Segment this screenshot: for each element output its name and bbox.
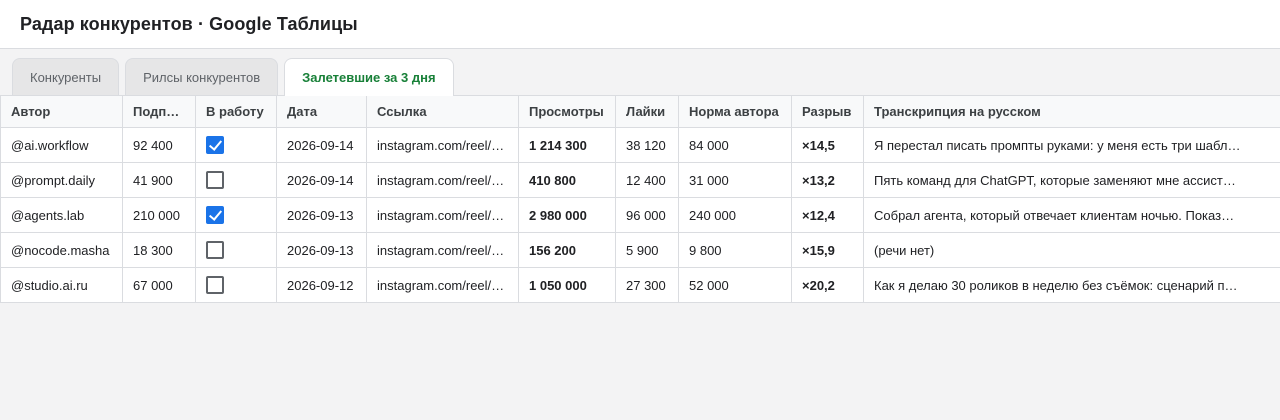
cell-likes[interactable]: 5 900 xyxy=(615,232,679,268)
cell-in-work[interactable] xyxy=(195,162,277,198)
cell-date[interactable]: 2026-09-13 xyxy=(276,197,367,233)
cell-in-work[interactable] xyxy=(195,197,277,233)
cell-subscribers[interactable]: 67 000 xyxy=(122,267,196,303)
header-author[interactable]: Автор xyxy=(0,95,123,128)
cell-gap[interactable]: ×14,5 xyxy=(791,127,864,163)
header-gap[interactable]: Разрыв xyxy=(791,95,864,128)
cell-likes[interactable]: 38 120 xyxy=(615,127,679,163)
cell-transcript[interactable]: Пять команд для ChatGPT, которые заменяю… xyxy=(863,162,1280,198)
cell-in-work[interactable] xyxy=(195,232,277,268)
cell-views[interactable]: 1 214 300 xyxy=(518,127,616,163)
cell-transcript[interactable]: Собрал агента, который отвечает клиентам… xyxy=(863,197,1280,233)
cell-views[interactable]: 1 050 000 xyxy=(518,267,616,303)
in-work-checkbox[interactable] xyxy=(206,136,224,154)
cell-link[interactable]: instagram.com/reel/… xyxy=(366,267,519,303)
tab-competitors[interactable]: Конкуренты xyxy=(12,58,120,95)
header-date[interactable]: Дата xyxy=(276,95,367,128)
cell-link[interactable]: instagram.com/reel/… xyxy=(366,127,519,163)
cell-likes[interactable]: 27 300 xyxy=(615,267,679,303)
cell-transcript[interactable]: Я перестал писать промпты руками: у меня… xyxy=(863,127,1280,163)
in-work-checkbox[interactable] xyxy=(206,276,224,294)
cell-norm[interactable]: 31 000 xyxy=(678,162,792,198)
cell-link[interactable]: instagram.com/reel/… xyxy=(366,162,519,198)
cell-link[interactable]: instagram.com/reel/… xyxy=(366,232,519,268)
cell-subscribers[interactable]: 210 000 xyxy=(122,197,196,233)
cell-author[interactable]: @agents.lab xyxy=(0,197,123,233)
cell-likes[interactable]: 96 000 xyxy=(615,197,679,233)
cell-subscribers[interactable]: 41 900 xyxy=(122,162,196,198)
table-row: @nocode.masha 18 300 2026-09-13 instagra… xyxy=(0,232,1280,268)
cell-gap[interactable]: ×20,2 xyxy=(791,267,864,303)
cell-norm[interactable]: 84 000 xyxy=(678,127,792,163)
cell-date[interactable]: 2026-09-14 xyxy=(276,127,367,163)
header-views[interactable]: Просмотры xyxy=(518,95,616,128)
table-row: @studio.ai.ru 67 000 2026-09-12 instagra… xyxy=(0,267,1280,303)
table-row: @prompt.daily 41 900 2026-09-14 instagra… xyxy=(0,162,1280,198)
cell-norm[interactable]: 9 800 xyxy=(678,232,792,268)
cell-likes[interactable]: 12 400 xyxy=(615,162,679,198)
cell-transcript[interactable]: (речи нет) xyxy=(863,232,1280,268)
cell-author[interactable]: @studio.ai.ru xyxy=(0,267,123,303)
cell-date[interactable]: 2026-09-12 xyxy=(276,267,367,303)
in-work-checkbox[interactable] xyxy=(206,171,224,189)
cell-author[interactable]: @ai.workflow xyxy=(0,127,123,163)
header-likes[interactable]: Лайки xyxy=(615,95,679,128)
in-work-checkbox[interactable] xyxy=(206,241,224,259)
header-row: Автор Подписчики В работу Дата Ссылка Пр… xyxy=(0,95,1280,128)
cell-link[interactable]: instagram.com/reel/… xyxy=(366,197,519,233)
cell-gap[interactable]: ×12,4 xyxy=(791,197,864,233)
cell-in-work[interactable] xyxy=(195,267,277,303)
cell-gap[interactable]: ×13,2 xyxy=(791,162,864,198)
cell-subscribers[interactable]: 92 400 xyxy=(122,127,196,163)
cell-views[interactable]: 410 800 xyxy=(518,162,616,198)
header-in-work[interactable]: В работу xyxy=(195,95,277,128)
sheet-tab-bar: Конкуренты Рилсы конкурентов Залетевшие … xyxy=(0,49,1280,96)
table-row: @ai.workflow 92 400 2026-09-14 instagram… xyxy=(0,127,1280,163)
cell-views[interactable]: 156 200 xyxy=(518,232,616,268)
cell-author[interactable]: @prompt.daily xyxy=(0,162,123,198)
title-bar: Радар конкурентов · Google Таблицы xyxy=(0,0,1280,49)
cell-transcript[interactable]: Как я делаю 30 роликов в неделю без съём… xyxy=(863,267,1280,303)
document-title: Радар конкурентов · Google Таблицы xyxy=(20,13,358,34)
data-table: Автор Подписчики В работу Дата Ссылка Пр… xyxy=(0,95,1280,303)
cell-gap[interactable]: ×15,9 xyxy=(791,232,864,268)
header-subscribers[interactable]: Подписчики xyxy=(122,95,196,128)
cell-norm[interactable]: 52 000 xyxy=(678,267,792,303)
tab-competitor-reels[interactable]: Рилсы конкурентов xyxy=(125,58,279,95)
cell-date[interactable]: 2026-09-13 xyxy=(276,232,367,268)
table-row: @agents.lab 210 000 2026-09-13 instagram… xyxy=(0,197,1280,233)
header-author-norm[interactable]: Норма автора xyxy=(678,95,792,128)
header-transcript[interactable]: Транскрипция на русском xyxy=(863,95,1280,128)
in-work-checkbox[interactable] xyxy=(206,206,224,224)
header-link[interactable]: Ссылка xyxy=(366,95,519,128)
tab-viral-3-days[interactable]: Залетевшие за 3 дня xyxy=(284,58,454,96)
cell-in-work[interactable] xyxy=(195,127,277,163)
cell-views[interactable]: 2 980 000 xyxy=(518,197,616,233)
cell-subscribers[interactable]: 18 300 xyxy=(122,232,196,268)
cell-norm[interactable]: 240 000 xyxy=(678,197,792,233)
cell-author[interactable]: @nocode.masha xyxy=(0,232,123,268)
cell-date[interactable]: 2026-09-14 xyxy=(276,162,367,198)
